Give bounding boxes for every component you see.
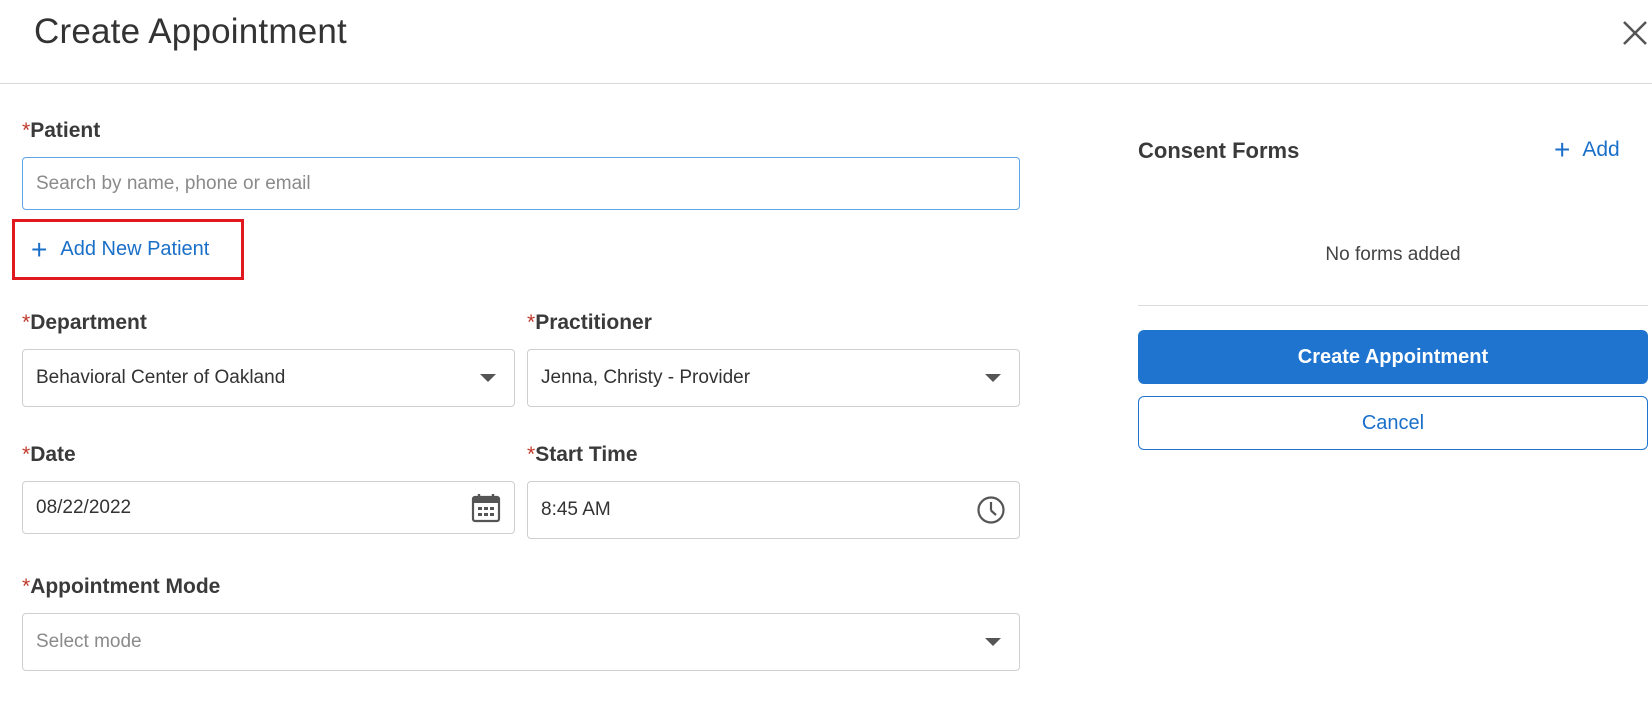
dialog-header: Create Appointment xyxy=(0,0,1652,84)
required-mark: * xyxy=(22,311,31,334)
patient-search-input[interactable]: Search by name, phone or email xyxy=(22,157,1020,210)
patient-label-text: Patient xyxy=(30,119,101,142)
appointment-mode-placeholder: Select mode xyxy=(36,631,142,652)
create-appointment-label: Create Appointment xyxy=(1297,345,1489,368)
chevron-down-icon xyxy=(985,374,1001,382)
date-input[interactable]: 08/22/2022 xyxy=(22,481,515,534)
start-time-input[interactable]: 8:45 AM xyxy=(527,481,1020,539)
practitioner-value: Jenna, Christy - Provider xyxy=(541,367,751,388)
required-mark: * xyxy=(22,575,31,598)
plus-icon: + xyxy=(31,233,48,265)
date-label: *Date xyxy=(22,443,76,467)
date-label-text: Date xyxy=(30,443,76,466)
add-new-patient-label: Add New Patient xyxy=(60,238,210,260)
add-consent-form-button[interactable]: + Add xyxy=(1554,136,1620,164)
dialog-title: Create Appointment xyxy=(34,12,347,51)
add-consent-form-label: Add xyxy=(1582,138,1620,161)
cancel-label: Cancel xyxy=(1361,411,1425,434)
department-label: *Department xyxy=(22,311,147,335)
plus-icon: + xyxy=(1554,134,1571,165)
chevron-down-icon xyxy=(985,638,1001,646)
no-forms-message: No forms added xyxy=(1325,244,1461,265)
patient-search-placeholder: Search by name, phone or email xyxy=(36,172,311,194)
start-time-label: *Start Time xyxy=(527,443,638,467)
date-value: 08/22/2022 xyxy=(36,496,132,518)
clock-icon[interactable] xyxy=(975,494,1007,526)
start-time-label-text: Start Time xyxy=(535,443,638,466)
consent-forms-heading: Consent Forms xyxy=(1138,138,1300,163)
department-value: Behavioral Center of Oakland xyxy=(36,367,286,388)
practitioner-label: *Practitioner xyxy=(527,311,652,335)
divider xyxy=(1138,305,1648,306)
appointment-mode-label: *Appointment Mode xyxy=(22,575,220,599)
add-new-patient-button[interactable]: + Add New Patient xyxy=(12,219,244,280)
calendar-icon[interactable] xyxy=(470,492,502,524)
appointment-mode-label-text: Appointment Mode xyxy=(30,575,221,598)
department-select[interactable]: Behavioral Center of Oakland xyxy=(22,349,515,407)
required-mark: * xyxy=(22,443,31,466)
create-appointment-button[interactable]: Create Appointment xyxy=(1138,330,1648,384)
patient-label: *Patient xyxy=(22,119,100,143)
practitioner-label-text: Practitioner xyxy=(535,311,652,334)
required-mark: * xyxy=(22,119,31,142)
chevron-down-icon xyxy=(480,374,496,382)
required-mark: * xyxy=(527,443,536,466)
cancel-button[interactable]: Cancel xyxy=(1138,396,1648,450)
close-button[interactable] xyxy=(1620,16,1652,48)
close-icon xyxy=(1623,21,1647,45)
appointment-mode-select[interactable]: Select mode xyxy=(22,613,1020,671)
practitioner-select[interactable]: Jenna, Christy - Provider xyxy=(527,349,1020,407)
start-time-value: 8:45 AM xyxy=(541,499,611,520)
required-mark: * xyxy=(527,311,536,334)
department-label-text: Department xyxy=(30,311,147,334)
